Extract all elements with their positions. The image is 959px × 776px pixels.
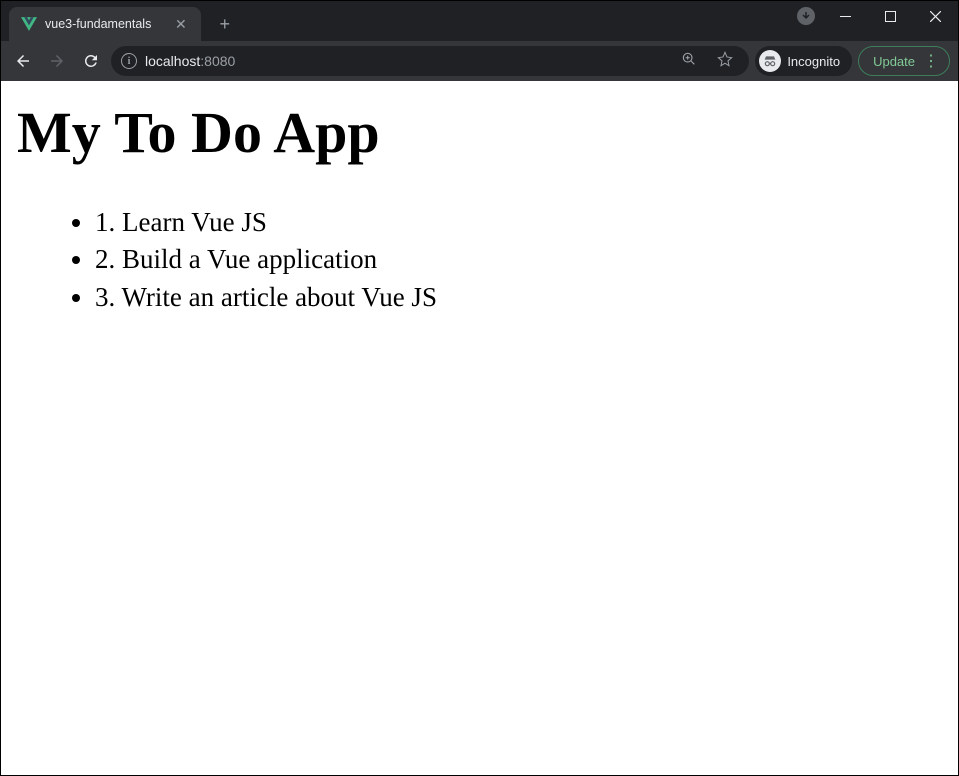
url-host: localhost (145, 53, 200, 69)
new-tab-button[interactable]: + (211, 10, 239, 38)
tab-title: vue3-fundamentals (45, 17, 165, 31)
incognito-icon (759, 50, 781, 72)
toolbar: i localhost:8080 Incognito Update ⋮ (1, 41, 958, 81)
menu-dots-icon[interactable]: ⋮ (923, 51, 939, 71)
close-tab-icon[interactable]: ✕ (173, 16, 189, 33)
minimize-button[interactable] (823, 1, 868, 31)
update-button[interactable]: Update ⋮ (858, 46, 950, 76)
window-controls (797, 1, 958, 31)
site-info-icon[interactable]: i (121, 53, 137, 69)
reload-button[interactable] (77, 47, 105, 75)
url-port: :8080 (200, 53, 235, 69)
incognito-badge[interactable]: Incognito (755, 46, 852, 76)
page-title: My To Do App (17, 99, 942, 166)
vue-logo-icon (21, 17, 37, 31)
download-indicator-icon[interactable] (797, 7, 815, 25)
incognito-label: Incognito (787, 54, 840, 69)
zoom-icon[interactable] (675, 51, 703, 72)
close-window-button[interactable] (913, 1, 958, 31)
back-button[interactable] (9, 47, 37, 75)
update-label: Update (873, 54, 915, 69)
forward-button[interactable] (43, 47, 71, 75)
todo-list: 1. Learn Vue JS 2. Build a Vue applicati… (17, 204, 942, 316)
page-content: My To Do App 1. Learn Vue JS 2. Build a … (1, 81, 958, 775)
titlebar: vue3-fundamentals ✕ + (1, 1, 958, 41)
list-item: 3. Write an article about Vue JS (95, 279, 942, 316)
list-item: 1. Learn Vue JS (95, 204, 942, 241)
address-bar[interactable]: i localhost:8080 (111, 46, 749, 76)
browser-tab[interactable]: vue3-fundamentals ✕ (9, 7, 201, 41)
bookmark-star-icon[interactable] (711, 51, 739, 72)
url-text: localhost:8080 (145, 53, 235, 69)
browser-chrome: vue3-fundamentals ✕ + (1, 1, 958, 81)
maximize-button[interactable] (868, 1, 913, 31)
list-item: 2. Build a Vue application (95, 241, 942, 278)
